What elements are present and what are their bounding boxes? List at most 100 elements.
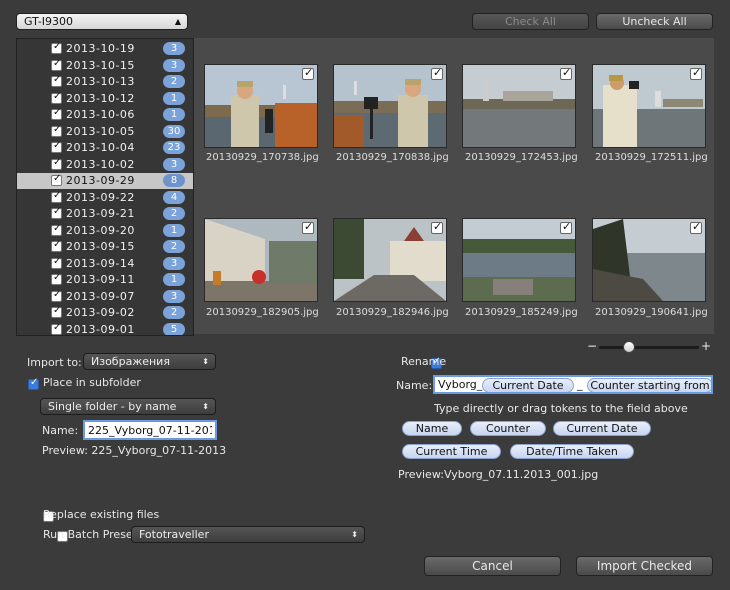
- date-list-item[interactable]: 2013-10-19 3: [17, 41, 193, 57]
- photo-checkbox[interactable]: [431, 66, 443, 80]
- photo-image: [334, 219, 446, 301]
- date-checkbox[interactable]: [51, 140, 62, 153]
- date-list-item[interactable]: 2013-10-02 3: [17, 157, 193, 173]
- date-list-item[interactable]: 2013-10-04 23: [17, 140, 193, 156]
- date-list-item[interactable]: 2013-09-07 3: [17, 289, 193, 305]
- date-list-item[interactable]: 2013-09-14 3: [17, 256, 193, 272]
- batch-preset-select[interactable]: Fototraveller ⬍: [131, 526, 365, 543]
- date-list[interactable]: 2013-10-1932013-10-1532013-10-1322013-10…: [16, 38, 194, 336]
- date-checkbox[interactable]: [51, 289, 62, 302]
- date-label: 2013-10-04: [66, 141, 135, 154]
- date-checkbox[interactable]: [51, 157, 62, 170]
- date-list-item[interactable]: 2013-10-12 1: [17, 91, 193, 107]
- photo-thumbnail[interactable]: [333, 218, 447, 302]
- photo-checkbox[interactable]: [431, 220, 443, 234]
- date-checkbox[interactable]: [51, 305, 62, 318]
- photo-checkbox[interactable]: [302, 220, 314, 234]
- photo-filename: 20130929_182905.jpg: [206, 307, 319, 318]
- photo-checkbox[interactable]: [302, 66, 314, 80]
- rename-pattern-separator: _: [577, 378, 583, 391]
- subfolder-name-input[interactable]: [83, 420, 217, 440]
- subfolder-mode-select[interactable]: Single folder - by name ⬍: [40, 398, 216, 415]
- photo-filename: 20130929_172511.jpg: [595, 152, 708, 163]
- date-list-item[interactable]: 2013-09-21 2: [17, 206, 193, 222]
- photo-checkbox[interactable]: [560, 66, 572, 80]
- date-list-item[interactable]: 2013-09-15 2: [17, 239, 193, 255]
- date-checkbox[interactable]: [51, 206, 62, 219]
- date-list-item[interactable]: 2013-10-05 30: [17, 124, 193, 140]
- photo-image: [205, 65, 317, 147]
- zoom-slider[interactable]: [599, 341, 699, 353]
- place-in-subfolder-checkbox[interactable]: [28, 377, 39, 390]
- date-checkbox[interactable]: [51, 91, 62, 104]
- device-select[interactable]: GT-I9300 ▲: [16, 13, 188, 30]
- photo-thumbnail[interactable]: [592, 64, 706, 148]
- photo-thumbnail[interactable]: [204, 218, 318, 302]
- date-label: 2013-09-22: [66, 190, 135, 204]
- date-checkbox[interactable]: [51, 124, 62, 137]
- date-label: 2013-10-19: [66, 42, 135, 55]
- date-checkbox[interactable]: [51, 74, 62, 87]
- photo-filename: 20130929_190641.jpg: [595, 307, 708, 318]
- photo-thumbnail[interactable]: [333, 64, 447, 148]
- date-checkbox[interactable]: [51, 256, 62, 269]
- date-checkbox[interactable]: [51, 239, 62, 252]
- date-list-item[interactable]: 2013-10-06 1: [17, 107, 193, 123]
- date-label: 2013-10-12: [66, 91, 135, 105]
- date-checkbox[interactable]: [51, 107, 62, 120]
- date-checkbox[interactable]: [51, 272, 62, 285]
- zoom-in-icon[interactable]: +: [701, 339, 711, 353]
- photo-count-badge: 1: [163, 91, 185, 105]
- rename-pattern-text: Vyborg_: [438, 378, 483, 391]
- subfolder-mode-value: Single folder - by name: [48, 400, 177, 413]
- photo-count-badge: 3: [163, 42, 185, 55]
- check-all-button[interactable]: Check All: [472, 13, 589, 30]
- date-checkbox[interactable]: [51, 322, 62, 335]
- token-current-date[interactable]: Current Date: [553, 421, 651, 436]
- token-current-date[interactable]: Current Date: [482, 378, 574, 392]
- photo-thumbnail[interactable]: [462, 218, 576, 302]
- date-list-item[interactable]: 2013-10-13 2: [17, 74, 193, 90]
- date-label: 2013-09-21: [66, 207, 135, 220]
- date-label: 2013-10-06: [66, 108, 135, 121]
- photo-thumbnail[interactable]: [462, 64, 576, 148]
- subfolder-preview: Preview: 225_Vyborg_07-11-2013: [42, 444, 227, 457]
- photo-checkbox[interactable]: [560, 220, 572, 234]
- photo-thumbnail[interactable]: [592, 218, 706, 302]
- photo-thumbnail[interactable]: [204, 64, 318, 148]
- photo-filename: 20130929_185249.jpg: [465, 307, 578, 318]
- token-current-time[interactable]: Current Time: [402, 444, 501, 459]
- photo-checkbox[interactable]: [690, 220, 702, 234]
- date-checkbox[interactable]: [51, 190, 62, 203]
- cancel-button[interactable]: Cancel: [424, 556, 561, 576]
- token-counter-starting-from[interactable]: Counter starting from: [587, 378, 711, 392]
- date-list-item[interactable]: 2013-09-11 1: [17, 272, 193, 288]
- rename-pattern-field[interactable]: Vyborg_ Current Date _ Counter starting …: [433, 375, 713, 394]
- token-counter[interactable]: Counter: [470, 421, 546, 436]
- photo-filename: 20130929_170838.jpg: [336, 152, 449, 163]
- date-list-item[interactable]: 2013-09-22 4: [17, 190, 193, 206]
- date-list-item[interactable]: 2013-09-20 1: [17, 223, 193, 239]
- import-to-select[interactable]: Изображения ⬍: [83, 353, 216, 370]
- date-checkbox[interactable]: [51, 41, 62, 54]
- import-checked-button[interactable]: Import Checked: [576, 556, 713, 576]
- date-label: 2013-10-02: [66, 157, 135, 171]
- zoom-slider-knob[interactable]: [623, 341, 635, 353]
- photo-count-badge: 23: [163, 141, 185, 154]
- date-checkbox[interactable]: [51, 173, 62, 186]
- date-list-item[interactable]: 2013-09-01 5: [17, 322, 193, 335]
- date-list-item[interactable]: 2013-09-02 2: [17, 305, 193, 321]
- photo-count-badge: 3: [163, 58, 185, 72]
- photo-filename: 20130929_170738.jpg: [206, 152, 319, 163]
- photo-checkbox[interactable]: [690, 66, 702, 80]
- date-list-item[interactable]: 2013-10-15 3: [17, 58, 193, 74]
- date-checkbox[interactable]: [51, 58, 62, 71]
- token-date-time-taken[interactable]: Date/Time Taken: [510, 444, 634, 459]
- uncheck-all-button[interactable]: Uncheck All: [596, 13, 713, 30]
- date-list-item[interactable]: 2013-09-29 8: [17, 173, 193, 189]
- zoom-out-icon[interactable]: −: [587, 339, 597, 353]
- date-checkbox[interactable]: [51, 223, 62, 236]
- date-label: 2013-10-05: [66, 124, 135, 138]
- date-label: 2013-10-13: [66, 75, 135, 88]
- token-name[interactable]: Name: [402, 421, 462, 436]
